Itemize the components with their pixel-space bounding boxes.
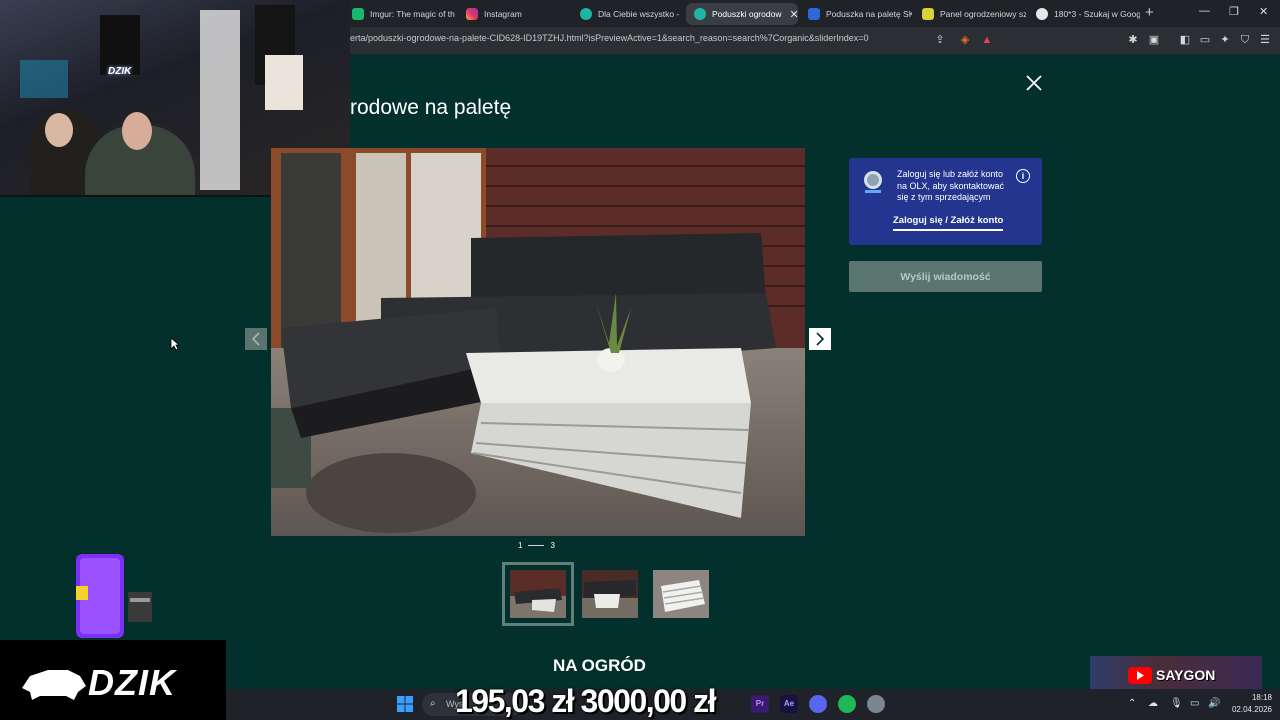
tab-instagram[interactable]: Instagram [458,3,570,25]
thumbnail-image [510,570,566,618]
thumbnail-image [582,570,638,618]
section-title: NA OGRÓD [553,656,646,675]
mouse-cursor-icon [170,337,181,351]
send-message-button[interactable]: Wyślij wiadomość [849,261,1042,292]
brave-shield-icon[interactable]: ◈ [958,33,972,47]
imgur-icon [352,8,364,20]
photo-thumbnail-1[interactable] [502,562,574,626]
url-field[interactable]: erta/poduszki-ogrodowe-na-palete-CID628-… [350,33,869,43]
volume-icon[interactable]: 🔊 [1208,698,1220,709]
tab-olx-home[interactable]: Dla Ciebie wszystko - [572,3,684,25]
settings-icon[interactable] [867,695,885,713]
share-icon[interactable]: ⇪ [933,33,947,47]
pager-divider [528,545,545,546]
maximize-icon[interactable]: ❐ [1229,5,1239,18]
rewards-icon[interactable]: ▲ [980,33,994,47]
clock-date: 02.04.2026 [1231,705,1272,714]
extensions-icon[interactable]: ✱ [1126,33,1140,47]
pager-current: 1 [518,541,523,550]
webcam-shelf [200,10,240,190]
channel-name: SAYGON [1156,667,1216,683]
webcam-person-head [45,113,73,147]
chevron-left-icon [251,332,260,346]
discord-icon[interactable] [809,695,827,713]
close-gallery-button[interactable] [1022,71,1046,95]
photo-thumbnail-3[interactable] [653,570,709,618]
info-icon[interactable]: i [1016,169,1030,183]
tab-imgur[interactable]: Imgur: The magic of th [344,3,456,25]
dzik-brand-bar: DZIK [0,640,226,720]
close-tab-icon[interactable]: ✕ [789,8,798,21]
webcam-person-head [122,112,152,150]
site-icon [808,8,820,20]
tab-label: 180*3 - Szukaj w Goog [1054,9,1140,19]
login-prompt-card: Zaloguj się lub załóż konto na OLX, aby … [849,158,1042,245]
after-effects-icon[interactable]: Ae [780,695,798,713]
clock-time: 18:18 [1251,693,1272,702]
pager-total: 3 [550,541,555,550]
media-icon[interactable]: ▣ [1147,33,1161,47]
olx-icon [580,8,592,20]
search-icon: ⌕ [430,698,436,709]
thumbnail-image [653,570,709,618]
tab-google[interactable]: 180*3 - Szukaj w Goog [1028,3,1140,25]
instagram-icon [466,8,478,20]
vpn-icon[interactable]: ⛉ [1238,33,1252,47]
tab-label: Instagram [484,9,522,19]
tab-label: Poduszki ogrodow [712,9,782,19]
tray-chevron-icon[interactable]: ⌃ [1128,698,1136,709]
sidebar-icon[interactable]: ◧ [1178,33,1192,47]
boar-logo-icon [22,670,86,700]
webcam-neon-logo: DZIK [108,66,132,77]
new-tab-icon[interactable]: + [1145,4,1154,21]
webcam-poster [265,55,303,110]
photo-thumbnail-2[interactable] [582,570,638,618]
dzik-brand-text: DZIK [88,662,176,703]
site-icon [922,8,934,20]
tab-label: Poduszka na paletę SK [826,9,912,19]
tab-poduszka-sk[interactable]: Poduszka na paletę SK [800,3,912,25]
next-photo-button[interactable] [809,328,831,350]
windows-start-icon[interactable] [396,695,414,713]
spotify-icon[interactable] [838,695,856,713]
wallet-icon[interactable]: ▭ [1198,33,1212,47]
product-box-illustration [76,554,152,638]
cloud-icon[interactable]: ☁ [1148,698,1158,709]
tab-panel[interactable]: Panel ogrodzeniowy sz [914,3,1026,25]
tab-poduszki[interactable]: Poduszki ogrodow ✕ [686,3,798,25]
price-overlay: 195,03 zł 3000,00 zł [455,683,717,719]
listing-title: rodowe na paletę [350,96,512,119]
seller-avatar-icon [864,171,882,193]
login-prompt-text: Zaloguj się lub załóż konto na OLX, aby … [897,169,1005,202]
microphone-icon[interactable]: 🎙 [1170,698,1183,709]
tab-label: Dla Ciebie wszystko - [598,9,680,19]
olx-icon [694,8,706,20]
login-register-link[interactable]: Zaloguj się / Załóż konto [893,215,1004,231]
chevron-right-icon [816,332,825,346]
network-icon[interactable]: ▭ [1190,698,1199,709]
screen: Imgur: The magic of th Instagram Dla Cie… [0,0,1280,720]
google-icon [1036,8,1048,20]
premiere-icon[interactable]: Pr [751,695,769,713]
webcam-background-light [20,60,68,98]
system-clock[interactable]: 18:18 02.04.2026 [1232,692,1272,716]
photo-pager: 1 3 [518,541,555,550]
gpu-box-overlay [72,548,152,640]
minimize-icon[interactable]: — [1199,5,1210,17]
leo-icon[interactable]: ✦ [1218,33,1232,47]
close-icon [1026,75,1042,91]
youtube-icon [1128,667,1152,684]
main-photo [271,148,805,536]
sofa-photo-illustration [271,148,805,536]
previous-photo-button[interactable] [245,328,267,350]
tab-label: Imgur: The magic of th [370,9,455,19]
tab-label: Panel ogrodzeniowy sz [940,9,1026,19]
menu-icon[interactable]: ☰ [1258,33,1272,47]
windows-taskbar: ⌕ Wys Pr Ae ⌃ ☁ 🎙 ▭ 🔊 18:18 02.04.2026 [226,689,1280,720]
close-window-icon[interactable]: ✕ [1259,5,1268,18]
